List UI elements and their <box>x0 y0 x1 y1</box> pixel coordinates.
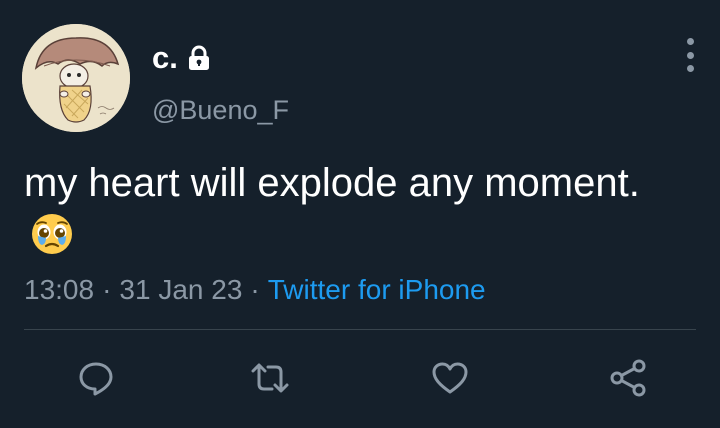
avatar[interactable] <box>22 24 130 132</box>
heart-icon <box>432 362 468 394</box>
more-dot <box>686 38 694 45</box>
separator-dot: · <box>102 274 112 305</box>
separator-dot: · <box>250 274 260 305</box>
divider <box>24 329 696 330</box>
more-dot <box>686 51 694 59</box>
reply-button[interactable] <box>74 356 118 400</box>
user-handle[interactable]: @Bueno_F <box>152 94 289 126</box>
tweet-text: my heart will explode any moment. <box>24 156 684 270</box>
tweet-date: 31 Jan 23 <box>119 274 243 305</box>
more-options-icon[interactable] <box>680 38 700 72</box>
retweet-button[interactable] <box>248 356 292 400</box>
pleading-face-emoji-icon <box>30 212 74 270</box>
tweet-metadata: 13:08 · 31 Jan 23 · Twitter for iPhone <box>24 272 486 308</box>
more-dot <box>686 65 694 72</box>
display-name[interactable]: c. <box>152 40 212 76</box>
share-button[interactable] <box>606 356 650 400</box>
lock-icon <box>186 45 212 71</box>
speech-bubble-icon <box>79 362 113 396</box>
tweet-time: 13:08 <box>24 274 95 305</box>
like-button[interactable] <box>428 356 472 400</box>
avatar-mushroom-illustration <box>22 24 130 132</box>
tweet-text-content: my heart will explode any moment. <box>24 161 640 205</box>
display-name-text: c. <box>152 40 178 75</box>
retweet-icon <box>251 363 289 393</box>
share-icon <box>610 359 646 397</box>
tweet-source-link[interactable]: Twitter for iPhone <box>268 274 486 305</box>
